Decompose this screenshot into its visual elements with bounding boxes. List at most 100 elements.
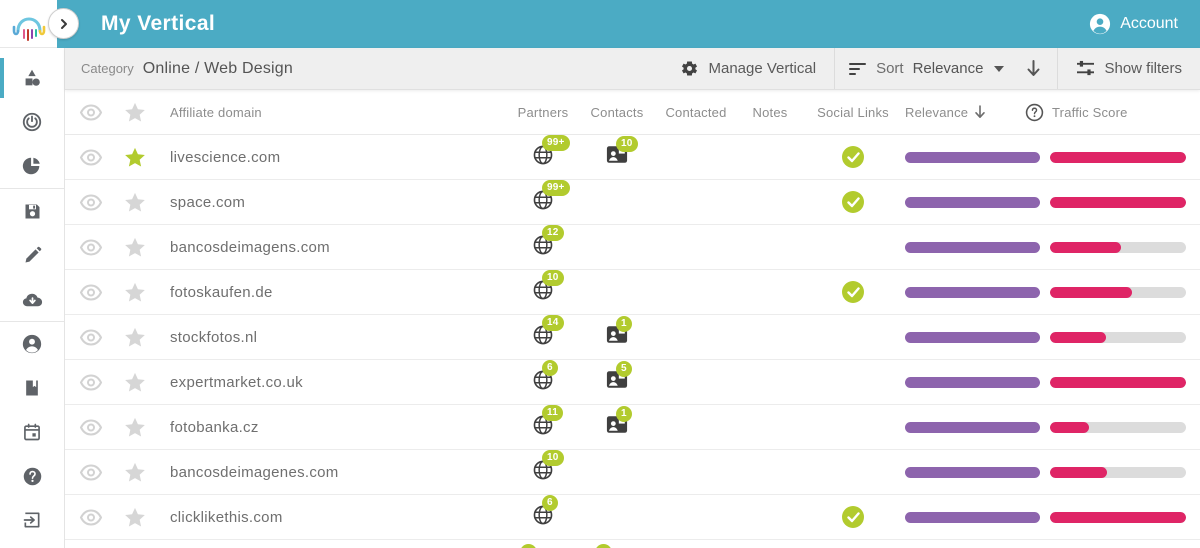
sort-value-dropdown[interactable]: Relevance — [913, 60, 984, 77]
table-row[interactable]: clicklikethis.com 6 — [65, 494, 1200, 540]
preview-eye-icon[interactable] — [79, 418, 103, 436]
table-body: livescience.com 99+ 10 space.com 99+ ban… — [65, 134, 1200, 540]
partners-button[interactable]: 99+ — [532, 179, 570, 216]
affiliate-domain-link[interactable]: fotoskaufen.de — [153, 284, 508, 301]
visibility-column-icon[interactable] — [79, 103, 103, 121]
contacts-button[interactable]: 1 — [606, 316, 632, 349]
partners-button[interactable]: 12 — [532, 224, 564, 261]
favorite-star-icon[interactable] — [124, 282, 146, 303]
social-links-check-icon[interactable] — [842, 281, 864, 303]
affiliate-domain-link[interactable]: fotobanka.cz — [153, 419, 508, 436]
partners-button[interactable]: 10 — [532, 449, 564, 486]
account-icon — [1090, 13, 1111, 35]
preview-eye-icon[interactable] — [79, 373, 103, 391]
column-header-social[interactable]: Social Links — [804, 105, 902, 120]
tune-icon — [1077, 60, 1095, 76]
table-row[interactable]: fotobanka.cz 11 1 — [65, 404, 1200, 450]
jellyfish-logo-icon — [12, 17, 45, 41]
partners-button[interactable]: 99+ — [532, 134, 570, 171]
sidebar-item-logout[interactable] — [0, 498, 64, 542]
affiliate-domain-link[interactable]: bancosdeimagens.com — [153, 239, 508, 256]
column-header-traffic[interactable]: Traffic Score — [1025, 103, 1175, 122]
affiliate-domain-link[interactable]: livescience.com — [153, 149, 508, 166]
partners-button[interactable]: 6 — [532, 494, 558, 531]
social-links-check-icon[interactable] — [842, 146, 864, 168]
logout-icon — [23, 512, 40, 528]
pencil-icon — [25, 246, 41, 262]
social-links-check-icon[interactable] — [842, 191, 864, 213]
preview-eye-icon[interactable] — [79, 193, 103, 211]
table-row[interactable]: fotoskaufen.de 10 — [65, 269, 1200, 315]
sidebar-item-help[interactable] — [0, 454, 64, 498]
contacts-button[interactable]: 1 — [606, 406, 632, 439]
affiliate-domain-link[interactable]: expertmarket.co.uk — [153, 374, 508, 391]
contacts-button[interactable]: 5 — [606, 361, 632, 394]
shapes-icon — [25, 69, 40, 86]
toolbar-actions: Manage Vertical Sort Relevance Show filt… — [662, 48, 1200, 89]
favorite-star-icon[interactable] — [124, 327, 146, 348]
favorite-star-icon[interactable] — [124, 462, 146, 483]
sidebar-item-cloud-download[interactable] — [0, 277, 64, 321]
sidebar-item-disc[interactable] — [0, 100, 64, 144]
preview-eye-icon[interactable] — [79, 328, 103, 346]
sidebar-item-book[interactable] — [0, 366, 64, 410]
favorite-star-icon[interactable] — [124, 372, 146, 393]
partners-button[interactable]: 14 — [532, 314, 564, 351]
contacts-button[interactable]: 10 — [606, 136, 638, 169]
sidebar-item-shapes[interactable] — [0, 56, 64, 100]
preview-eye-icon[interactable] — [79, 508, 103, 526]
manage-vertical-button[interactable]: Manage Vertical — [662, 48, 834, 89]
table-row[interactable]: bancosdeimagenes.com 10 — [65, 449, 1200, 495]
table-row[interactable]: stockfotos.nl 14 1 — [65, 314, 1200, 360]
column-header-partners[interactable]: Partners — [508, 105, 578, 120]
column-header-domain[interactable]: Affiliate domain — [153, 105, 508, 120]
table-row[interactable]: expertmarket.co.uk 6 5 — [65, 359, 1200, 405]
column-header-notes[interactable]: Notes — [736, 105, 804, 120]
table-header: Affiliate domain Partners Contacts Conta… — [65, 90, 1200, 135]
partners-button[interactable]: 11 — [532, 404, 563, 441]
table-row[interactable]: bancosdeimagens.com 12 — [65, 224, 1200, 270]
contacts-count-badge: 1 — [616, 316, 632, 332]
favorite-star-icon[interactable] — [124, 147, 146, 168]
table-row[interactable]: space.com 99+ — [65, 179, 1200, 225]
preview-eye-icon[interactable] — [79, 463, 103, 481]
traffic-score-bar — [1050, 286, 1186, 298]
disc-icon — [22, 112, 42, 132]
help-circle-icon[interactable] — [1025, 103, 1044, 122]
caret-down-icon[interactable] — [994, 65, 1005, 72]
preview-eye-icon[interactable] — [79, 283, 103, 301]
sort-direction-button[interactable] — [1018, 60, 1057, 77]
sidebar-item-save[interactable] — [0, 189, 64, 233]
affiliate-domain-link[interactable]: stockfotos.nl — [153, 329, 508, 346]
sidebar-item-account[interactable] — [0, 322, 64, 366]
relevance-bar — [905, 376, 1040, 388]
favorite-star-icon[interactable] — [124, 507, 146, 528]
star-column-icon[interactable] — [124, 102, 146, 123]
sidebar-item-pie-chart[interactable] — [0, 144, 64, 188]
favorite-star-icon[interactable] — [124, 192, 146, 213]
affiliate-domain-link[interactable]: space.com — [153, 194, 508, 211]
affiliate-domain-link[interactable]: bancosdeimagenes.com — [153, 464, 508, 481]
show-filters-button[interactable]: Show filters — [1058, 48, 1200, 89]
social-links-check-icon[interactable] — [842, 506, 864, 528]
relevance-bar — [905, 331, 1040, 343]
traffic-score-bar — [1050, 331, 1186, 343]
sidebar-item-calendar[interactable] — [0, 410, 64, 454]
favorite-star-icon[interactable] — [124, 237, 146, 258]
preview-eye-icon[interactable] — [79, 238, 103, 256]
favorite-star-icon[interactable] — [124, 417, 146, 438]
category-value[interactable]: Online / Web Design — [143, 60, 293, 78]
preview-eye-icon[interactable] — [79, 148, 103, 166]
partners-button[interactable]: 10 — [532, 269, 564, 306]
relevance-bar — [905, 286, 1040, 298]
partners-button[interactable]: 6 — [532, 359, 558, 396]
sidebar-item-edit[interactable] — [0, 233, 64, 277]
account-button[interactable]: Account — [1089, 13, 1178, 35]
sidebar-collapse-button[interactable] — [48, 8, 79, 39]
column-header-contacted[interactable]: Contacted — [656, 105, 736, 120]
partners-count-badge: 99+ — [542, 179, 570, 196]
table-row[interactable]: livescience.com 99+ 10 — [65, 134, 1200, 180]
column-header-contacts[interactable]: Contacts — [578, 105, 656, 120]
partial-partners-badge — [520, 544, 537, 548]
affiliate-domain-link[interactable]: clicklikethis.com — [153, 509, 508, 526]
